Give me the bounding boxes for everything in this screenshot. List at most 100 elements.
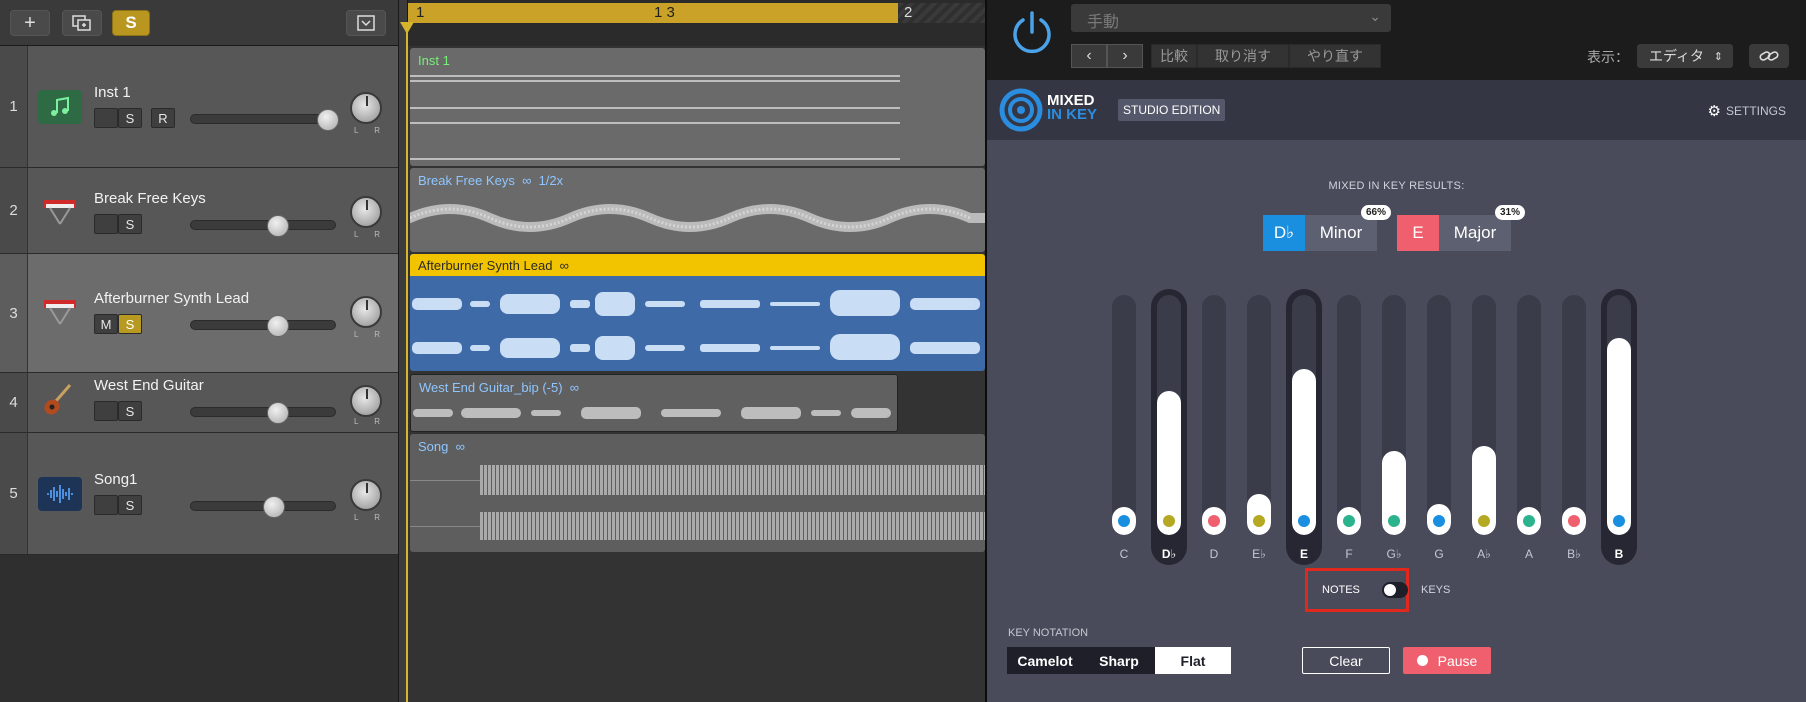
pause-button[interactable]: Pause (1403, 647, 1491, 674)
pan-knob[interactable] (350, 296, 382, 328)
note-label: E♭ (1252, 547, 1266, 561)
region-afterburner-synth-lead[interactable]: Afterburner Synth Lead ∞ (410, 254, 985, 371)
pan-knob[interactable] (350, 479, 382, 511)
fader-knob[interactable] (317, 109, 339, 131)
preset-select[interactable]: 手動 ⌄ (1071, 4, 1391, 32)
key-notation-selector: Camelot Sharp Flat (1007, 647, 1231, 674)
track-number: 4 (0, 373, 28, 432)
keyboard-icon (38, 194, 82, 228)
clear-button[interactable]: Clear (1302, 647, 1390, 674)
region-west-end-guitar[interactable]: West End Guitar_bip (-5) ∞ (410, 374, 898, 432)
solo-button[interactable]: S (118, 314, 142, 334)
view-select[interactable]: エディタ ⇕ (1637, 44, 1733, 68)
keyboard-icon (38, 294, 82, 328)
fader-knob[interactable] (267, 215, 289, 237)
solo-button[interactable]: S (118, 401, 142, 421)
preset-value: 手動 (1087, 14, 1120, 31)
pan-right-label: R (374, 126, 380, 135)
note-bar-track (1202, 295, 1226, 535)
volume-fader[interactable] (190, 215, 336, 237)
link-button[interactable] (1749, 44, 1789, 68)
tracks-area[interactable]: Inst 1 Break Free Keys ∞ 1/2x Afterburne… (408, 46, 985, 702)
brand-line-2: IN KEY (1047, 106, 1098, 123)
region-inst-1[interactable]: Inst 1 (410, 48, 985, 166)
solo-button[interactable]: S (118, 108, 142, 128)
mute-button[interactable] (94, 108, 118, 128)
note-label: D♭ (1161, 547, 1177, 561)
gear-icon: ⚙ (1707, 103, 1721, 120)
global-solo-label: S (125, 13, 137, 32)
track-name: Inst 1 (94, 84, 131, 101)
settings-button[interactable]: ⚙ SETTINGS (1708, 102, 1786, 120)
track-header-4[interactable]: 4 West End Guitar S LR (0, 373, 398, 433)
mute-button[interactable] (94, 495, 118, 515)
track-header-3[interactable]: 3 Afterburner Synth Lead M S LR (0, 254, 398, 373)
track-header-2[interactable]: 2 Break Free Keys S LR (0, 168, 398, 254)
key-root: E (1397, 215, 1439, 251)
note-bar-fill (1157, 391, 1181, 535)
notation-flat-button[interactable]: Flat (1155, 647, 1231, 674)
note-bar-track (1472, 295, 1496, 535)
note-bar-track (1247, 295, 1271, 535)
notation-camelot-button[interactable]: Camelot (1007, 647, 1083, 674)
ruler-bar-1-3: 1 3 (654, 4, 675, 21)
note-label: E (1299, 547, 1308, 561)
volume-fader[interactable] (190, 496, 336, 518)
track-name: Song1 (94, 471, 138, 488)
previous-preset-button[interactable]: ‹ (1071, 44, 1107, 68)
volume-fader[interactable] (190, 109, 339, 131)
pan-scale: LR (354, 126, 380, 135)
region-break-free-keys[interactable]: Break Free Keys ∞ 1/2x (410, 168, 985, 252)
solo-button[interactable]: S (118, 495, 142, 515)
volume-fader[interactable] (190, 315, 336, 337)
key-confidence-badge: 66% (1360, 205, 1391, 220)
add-track-button[interactable]: + (10, 10, 50, 36)
pan-scale: LR (354, 330, 380, 339)
track-header-1[interactable]: 1 Inst 1 S R LR (0, 46, 398, 168)
playhead[interactable] (406, 24, 408, 702)
mute-button[interactable]: M (94, 314, 118, 334)
screen-root: + S 1 Inst 1 S R L R 2 Break Free Keys S… (0, 0, 1806, 702)
track-header-5[interactable]: 5 Song1 S LR (0, 433, 398, 555)
note-bar-fill (1292, 369, 1316, 535)
notes-keys-toggle[interactable] (1382, 582, 1408, 598)
track-name: Break Free Keys (94, 190, 206, 207)
fader-knob[interactable] (267, 315, 289, 337)
pan-knob[interactable] (350, 196, 382, 228)
cycle-region[interactable] (408, 3, 898, 23)
record-button[interactable]: R (151, 108, 175, 128)
volume-fader[interactable] (190, 402, 336, 424)
timeline-ruler[interactable]: 1 1 3 2 (408, 0, 985, 46)
midi-notes (410, 75, 900, 160)
track-number: 1 (0, 46, 28, 167)
global-solo-button[interactable]: S (112, 10, 150, 36)
compare-button[interactable]: 比較 (1151, 44, 1197, 68)
power-icon[interactable] (1007, 8, 1057, 58)
note-label: G (1434, 547, 1444, 561)
pan-right-label: R (374, 330, 380, 339)
waveform (412, 290, 980, 360)
key-mode: Minor (1305, 215, 1377, 251)
pan-right-label: R (374, 417, 380, 426)
note-dot (1208, 515, 1220, 527)
note-dot (1163, 515, 1175, 527)
redo-button[interactable]: やり直す (1289, 44, 1381, 68)
pan-right-label: R (374, 230, 380, 239)
view-value: エディタ (1649, 48, 1705, 64)
collapse-icon (357, 15, 375, 31)
duplicate-track-button[interactable] (62, 10, 102, 36)
mute-button[interactable] (94, 214, 118, 234)
solo-button[interactable]: S (118, 214, 142, 234)
key-result-2: E Major 31% (1397, 205, 1525, 251)
undo-button[interactable]: 取り消す (1197, 44, 1289, 68)
fader-knob[interactable] (267, 402, 289, 424)
pan-knob[interactable] (350, 385, 382, 417)
track-options-button[interactable] (346, 10, 386, 36)
region-song[interactable]: Song ∞ (410, 434, 985, 552)
next-preset-button[interactable]: › (1107, 44, 1143, 68)
track-number: 2 (0, 168, 28, 253)
notation-sharp-button[interactable]: Sharp (1083, 647, 1155, 674)
fader-knob[interactable] (263, 496, 285, 518)
mute-button[interactable] (94, 401, 118, 421)
pan-knob[interactable] (350, 92, 382, 124)
